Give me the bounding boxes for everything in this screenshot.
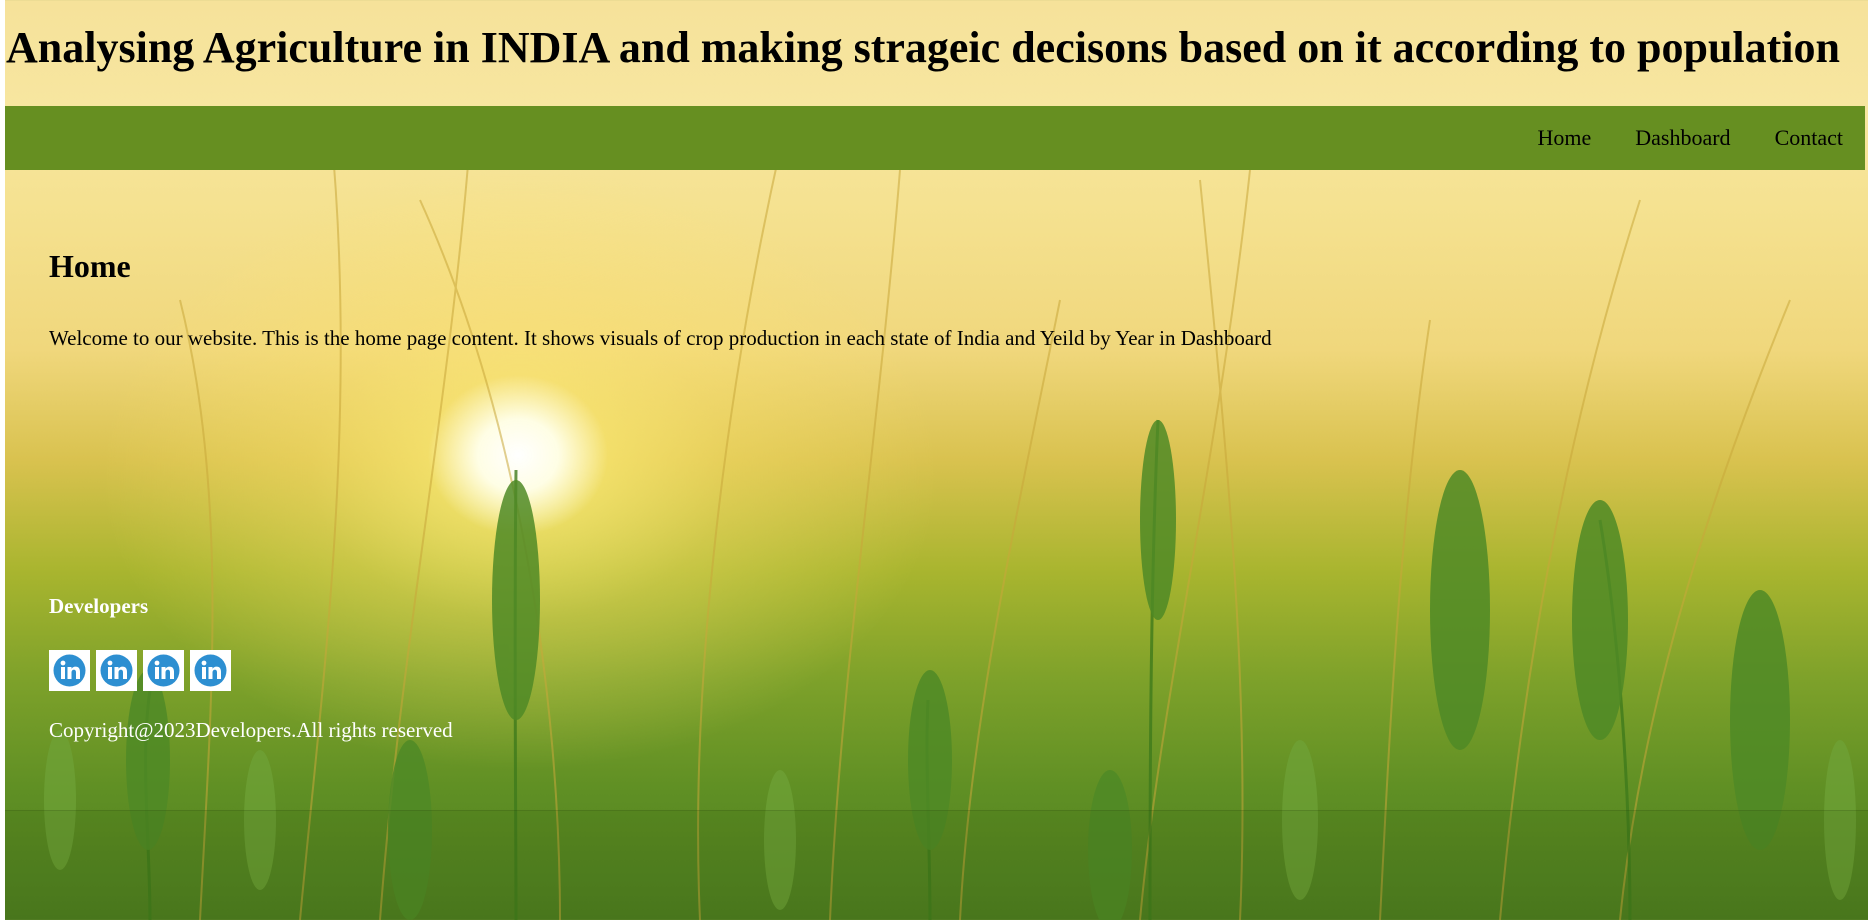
linkedin-link-4[interactable] [190,650,231,691]
linkedin-icon [100,654,133,687]
linkedin-link-2[interactable] [96,650,137,691]
copyright-text: Copyright@2023Developers.All rights rese… [49,718,453,742]
nav-link-dashboard[interactable]: Dashboard [1635,125,1730,151]
social-links [49,650,231,691]
footer-heading: Developers [49,594,149,618]
linkedin-icon [53,654,86,687]
nav-link-contact[interactable]: Contact [1775,125,1843,151]
linkedin-icon [147,654,180,687]
site-title: Analysing Agriculture in INDIA and makin… [6,23,1840,72]
linkedin-link-3[interactable] [143,650,184,691]
nav-links: Home Dashboard Contact [1493,106,1843,170]
linkedin-icon [194,654,227,687]
linkedin-link-1[interactable] [49,650,90,691]
page-heading: Home [49,248,131,284]
navbar: Home Dashboard Contact [5,106,1865,170]
intro-text: Welcome to our website. This is the home… [49,326,1272,350]
nav-link-home[interactable]: Home [1537,125,1591,151]
footer-bottom-band [5,810,1868,920]
